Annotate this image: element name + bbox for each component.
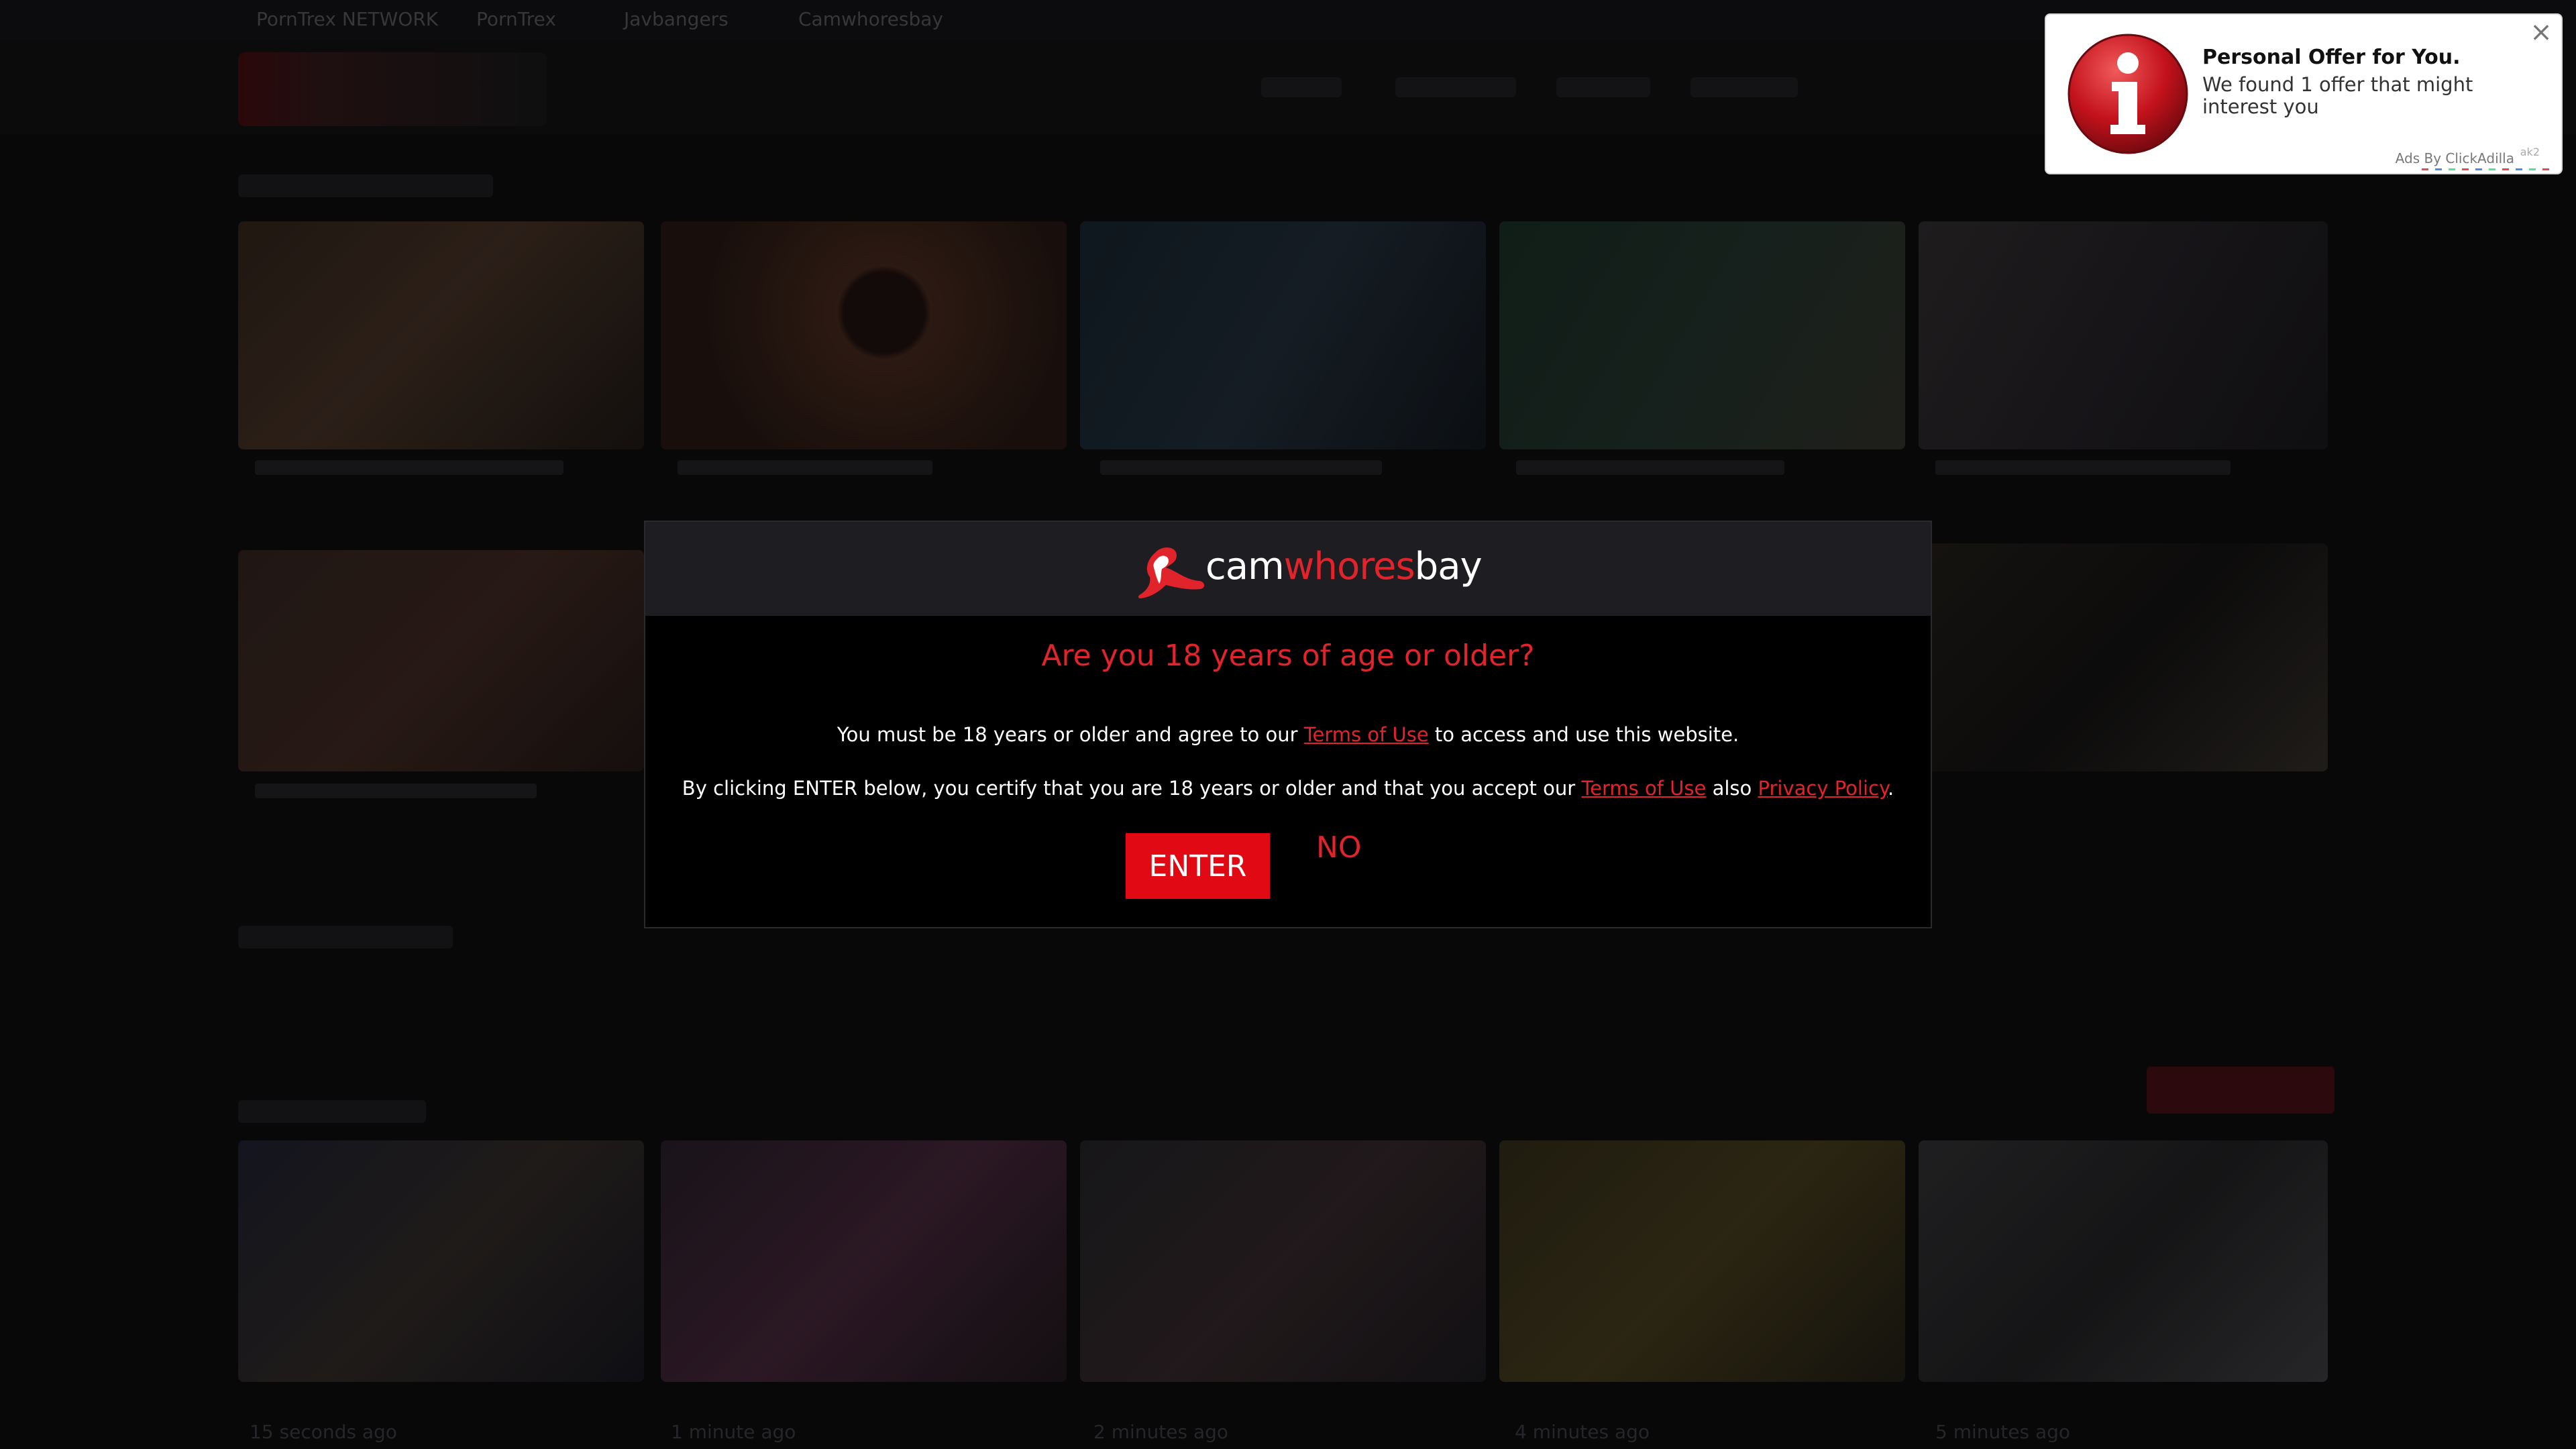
certify-notice-text: . xyxy=(1887,777,1894,800)
ad-progress-dots xyxy=(2422,168,2556,170)
age-question: Are you 18 years of age or older? xyxy=(1041,639,1535,673)
logo-whores: whores xyxy=(1283,545,1415,588)
logo-cam: cam xyxy=(1205,545,1285,588)
ad-text: We found 1 offer that might interest you xyxy=(2202,73,2473,118)
privacy-policy-link[interactable]: Privacy Policy xyxy=(1758,777,1888,800)
enter-button[interactable]: ENTER xyxy=(1126,833,1270,899)
age-verification-modal: camwhoresbay Are you 18 years of age or … xyxy=(644,521,1932,928)
push-notification-ad[interactable]: Personal Offer for You. We found 1 offer… xyxy=(2045,13,2563,174)
certify-notice-text: By clicking ENTER below, you certify tha… xyxy=(682,777,1576,800)
certify-notice: By clicking ENTER below, you certify tha… xyxy=(645,777,1931,800)
logo-text: camwhoresbay xyxy=(1205,545,1483,588)
terms-notice: You must be 18 years or older and agree … xyxy=(645,723,1931,746)
close-icon[interactable]: × xyxy=(2526,17,2556,47)
modal-header: camwhoresbay xyxy=(645,522,1931,616)
logo-bay: bay xyxy=(1414,545,1483,588)
terms-of-use-link[interactable]: Terms of Use xyxy=(1581,777,1706,800)
ad-title: Personal Offer for You. xyxy=(2202,46,2461,69)
logo-figure-icon xyxy=(1138,547,1205,598)
ad-tag: ak2 xyxy=(2520,146,2540,158)
terms-notice-text: You must be 18 years or older and agree … xyxy=(837,723,1298,746)
camwhoresbay-logo: camwhoresbay xyxy=(1135,541,1483,601)
no-button[interactable]: NO xyxy=(1316,830,1362,865)
certify-notice-text: also xyxy=(1712,777,1752,800)
terms-of-use-link[interactable]: Terms of Use xyxy=(1304,723,1429,746)
terms-notice-text: to access and use this website. xyxy=(1434,723,1739,746)
ad-attribution[interactable]: Ads By ClickAdilla xyxy=(2396,150,2514,166)
info-icon xyxy=(2068,34,2188,154)
